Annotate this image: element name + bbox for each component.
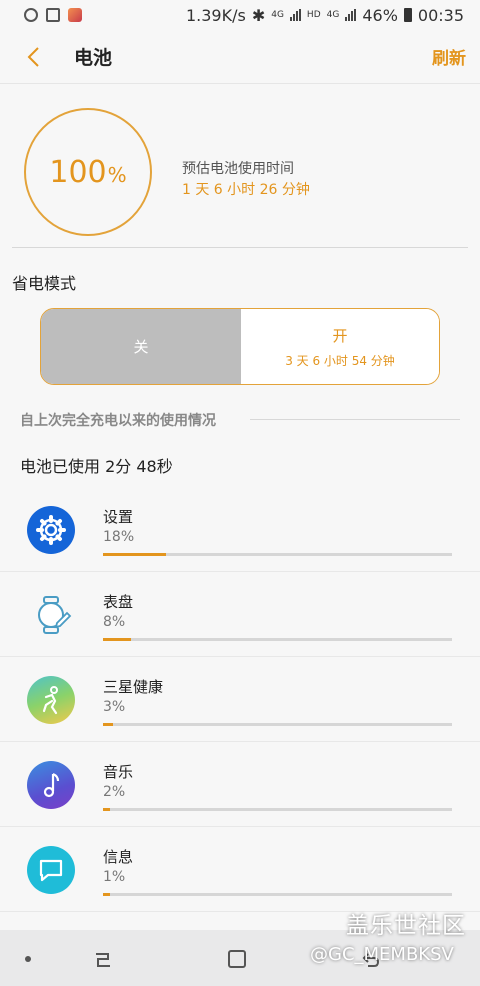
app-notification-icon xyxy=(68,8,82,22)
usage-bar xyxy=(103,638,452,641)
battery-icon xyxy=(403,8,412,22)
usage-bar-fill xyxy=(103,808,110,811)
estimated-time-value: 1 天 6 小时 26 分钟 xyxy=(182,182,310,198)
usage-bar xyxy=(103,553,452,556)
network-type-b: HD xyxy=(306,10,321,20)
app-bar: 电池 刷新 xyxy=(0,30,480,84)
settings-icon xyxy=(27,506,75,554)
usage-bar xyxy=(103,893,452,896)
app-usage-row[interactable]: 设置 18% xyxy=(0,487,480,572)
usage-summary: 电池已使用 2分 48秒 xyxy=(20,457,173,476)
signal-icon-2 xyxy=(345,9,357,21)
app-name: 音乐 xyxy=(103,763,134,781)
app-usage-list: 设置 18% 表盘 8% 三星健康 3% 音乐 2% 信息 1% xyxy=(0,487,480,912)
usage-bar xyxy=(103,808,452,811)
power-saving-toggle: 关 开 3 天 6 小时 54 分钟 xyxy=(40,308,440,385)
app-percent: 2% xyxy=(103,784,126,800)
usage-bar-fill xyxy=(103,553,166,556)
usage-bar-fill xyxy=(103,723,114,726)
app-percent: 1% xyxy=(103,869,126,885)
usage-section-title: 自上次完全充电以来的使用情况 xyxy=(20,413,216,429)
system-status: 1.39K/s ✱ 4G HD 4G 46% 00:35 xyxy=(186,6,464,25)
app-percent: 3% xyxy=(103,699,126,715)
network-type-c: 4G xyxy=(326,10,340,20)
notification-icons xyxy=(24,8,82,22)
app-name: 设置 xyxy=(103,508,134,526)
watermark-title: 盖乐世社区 xyxy=(346,913,466,939)
watch-face-icon xyxy=(27,591,75,639)
page-title: 电池 xyxy=(74,47,113,69)
network-speed: 1.39K/s xyxy=(185,5,246,25)
on-estimate: 3 天 6 小时 54 分钟 xyxy=(285,353,395,368)
usage-bar-fill xyxy=(103,638,131,641)
app-percent: 8% xyxy=(103,614,126,630)
bluetooth-icon: ✱ xyxy=(251,5,266,25)
network-type-a: 4G xyxy=(271,10,284,20)
app-name: 表盘 xyxy=(103,593,134,611)
on-label: 开 xyxy=(332,326,348,345)
power-saving-title: 省电模式 xyxy=(12,274,77,293)
signal-icon xyxy=(289,9,301,21)
divider xyxy=(12,247,468,248)
power-saving-on-option[interactable]: 开 3 天 6 小时 54 分钟 xyxy=(241,309,439,384)
app-usage-row[interactable]: 表盘 8% xyxy=(0,572,480,657)
battery-level-value: 100 xyxy=(49,154,107,190)
back-button[interactable] xyxy=(22,44,46,70)
app-usage-row[interactable]: 信息 1% xyxy=(0,827,480,912)
home-button[interactable] xyxy=(228,950,246,968)
refresh-button[interactable]: 刷新 xyxy=(432,44,466,69)
battery-percent: 46% xyxy=(362,5,398,25)
app-name: 信息 xyxy=(103,848,134,866)
recent-apps-icon[interactable] xyxy=(92,950,114,970)
chevron-left-icon xyxy=(27,47,39,67)
app-usage-row[interactable]: 三星健康 3% xyxy=(0,657,480,742)
usage-bar xyxy=(103,723,452,726)
music-icon xyxy=(27,761,75,809)
nav-hide-dot[interactable] xyxy=(25,956,31,962)
app-name: 三星健康 xyxy=(103,678,164,696)
clock: 00:35 xyxy=(417,5,464,25)
app-percent: 18% xyxy=(103,529,135,545)
battery-level-circle: 100% xyxy=(24,108,152,236)
section-divider xyxy=(250,419,460,420)
estimated-time-label: 预估电池使用时间 xyxy=(182,161,294,177)
usage-bar-fill xyxy=(103,893,110,896)
samsung-health-icon xyxy=(27,676,75,724)
watch-icon xyxy=(24,8,38,22)
status-bar: 1.39K/s ✱ 4G HD 4G 46% 00:35 xyxy=(0,0,480,30)
app-usage-row[interactable]: 音乐 2% xyxy=(0,742,480,827)
message-icon xyxy=(27,846,75,894)
watermark-handle: @GC_MEMBKSV xyxy=(310,944,454,965)
off-label: 关 xyxy=(133,338,149,356)
power-saving-off-option[interactable]: 关 xyxy=(41,309,241,384)
battery-level-unit: % xyxy=(107,163,127,187)
gallery-icon xyxy=(46,8,60,22)
